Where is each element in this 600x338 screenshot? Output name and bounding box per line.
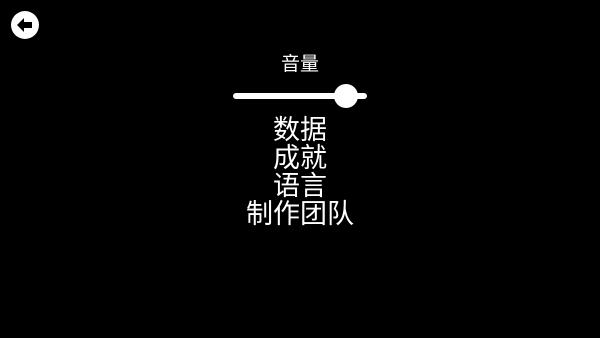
menu-item-language[interactable]: 语言 xyxy=(0,173,600,201)
back-button[interactable] xyxy=(11,11,39,39)
settings-screen: 音量 数据 成就 语言 制作团队 xyxy=(0,0,600,338)
menu-item-achievements[interactable]: 成就 xyxy=(0,145,600,173)
volume-slider[interactable] xyxy=(233,84,367,108)
menu-item-data[interactable]: 数据 xyxy=(0,117,600,145)
volume-slider-thumb[interactable] xyxy=(333,84,358,108)
back-arrow-icon xyxy=(17,18,32,32)
volume-label: 音量 xyxy=(280,53,319,75)
menu-item-credits[interactable]: 制作团队 xyxy=(0,201,600,229)
settings-menu: 数据 成就 语言 制作团队 xyxy=(0,117,600,229)
